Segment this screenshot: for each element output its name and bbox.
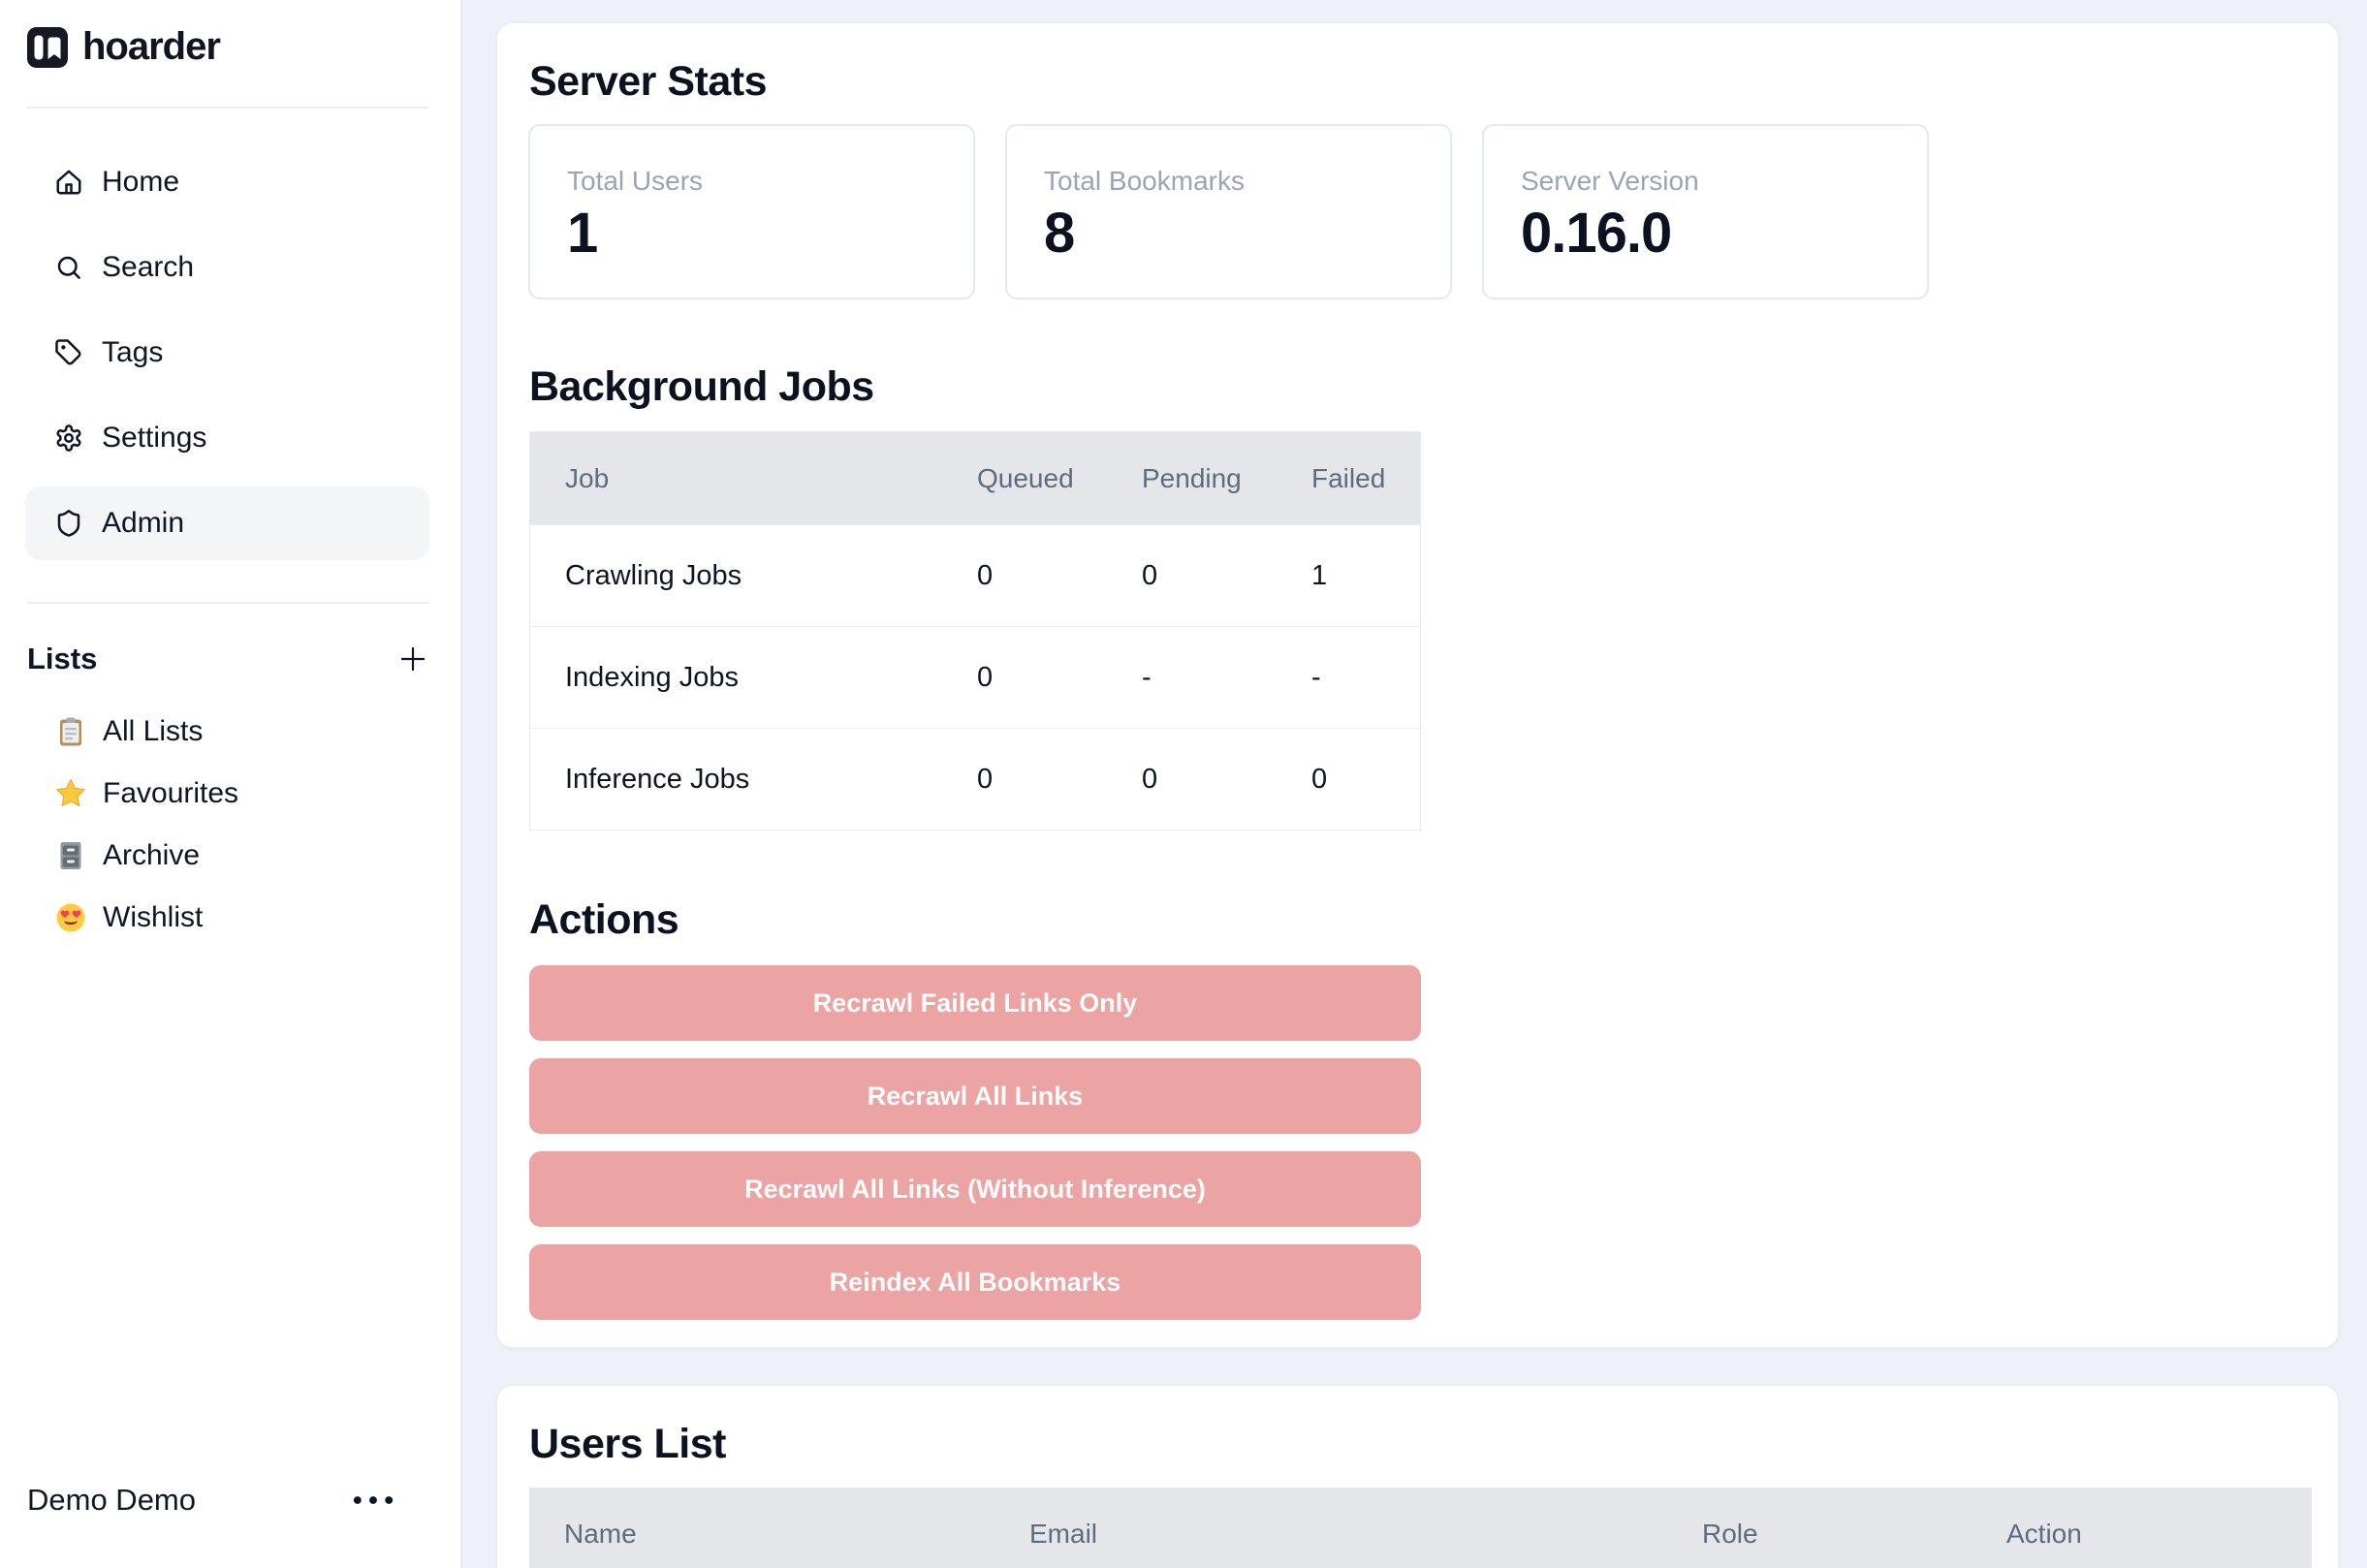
sidebar-item-label: Home [102,166,179,199]
table-row: Inference Jobs 0 0 0 [530,728,1420,830]
column-header: Email [1029,1519,1702,1550]
queued-count: 0 [977,764,1142,796]
star-icon [54,777,87,810]
pending-count: 0 [1142,764,1311,796]
users-table-header: Name Email Role Action [529,1488,2312,1568]
sidebar-item-label: Tags [102,336,163,369]
table-row: Indexing Jobs 0 - - [530,626,1420,728]
reindex-all-bookmarks-button[interactable]: Reindex All Bookmarks [529,1244,1421,1320]
sidebar-nav: Home Search Tags Settings [25,145,429,572]
clipboard-icon [54,715,87,748]
lists-header: Lists [27,634,429,684]
jobs-table: Job Queued Pending Failed Crawling Jobs … [529,431,1421,831]
recrawl-failed-links-button[interactable]: Recrawl Failed Links Only [529,965,1421,1041]
plus-icon [396,643,429,675]
failed-count: 0 [1311,764,1420,796]
shield-icon [54,509,83,538]
heart-eyes-icon [54,901,87,934]
recrawl-all-links-without-inference-button[interactable]: Recrawl All Links (Without Inference) [529,1151,1421,1227]
sidebar-divider [27,107,428,109]
column-header: Failed [1311,463,1420,494]
list-item-label: Archive [103,839,200,872]
job-name: Indexing Jobs [565,662,977,694]
admin-panel: Server Stats Total Users 1 Total Bookmar… [495,21,2340,1349]
stat-label: Total Bookmarks [1044,165,1450,198]
stat-label: Total Users [567,165,973,198]
file-cabinet-icon [54,839,87,872]
column-header: Role [1702,1519,2006,1550]
stat-value: 1 [567,202,973,266]
table-row: Crawling Jobs 0 0 1 [530,524,1420,626]
gear-icon [54,423,83,453]
job-name: Crawling Jobs [565,560,977,592]
stat-card-server-version: Server Version 0.16.0 [1482,124,1929,299]
stat-cards: Total Users 1 Total Bookmarks 8 Server V… [528,124,1929,299]
user-row: Demo Demo [27,1473,394,1527]
recrawl-all-links-button[interactable]: Recrawl All Links [529,1058,1421,1134]
queued-count: 0 [977,662,1142,694]
main-content: Server Stats Total Users 1 Total Bookmar… [462,0,2367,1568]
failed-count: 1 [1311,560,1420,592]
jobs-table-header: Job Queued Pending Failed [530,432,1420,524]
users-panel: Users List Name Email Role Action [495,1384,2340,1568]
column-header: Pending [1142,463,1311,494]
stat-card-total-users: Total Users 1 [528,124,975,299]
list-item-label: Wishlist [103,901,203,934]
failed-count: - [1311,662,1420,694]
list-item-label: All Lists [103,715,203,748]
app-title: hoarder [82,25,220,69]
lists-title: Lists [27,642,97,676]
sidebar-divider [27,602,428,604]
sidebar-item-label: Admin [102,507,184,540]
pending-count: - [1142,662,1311,694]
sidebar-item-label: Search [102,251,194,284]
pending-count: 0 [1142,560,1311,592]
lists-nav: All Lists Favourites Archive [25,701,429,949]
stat-card-total-bookmarks: Total Bookmarks 8 [1005,124,1452,299]
sidebar-item-home[interactable]: Home [25,145,429,219]
server-stats-title: Server Stats [529,56,767,107]
sidebar-item-all-lists[interactable]: All Lists [25,701,429,763]
hoarder-logo-icon [27,27,68,68]
tag-icon [54,338,83,367]
app-window: hoarder Home Search Tags [0,0,2367,1568]
search-icon [54,253,83,282]
user-name: Demo Demo [27,1483,196,1518]
add-list-button[interactable] [391,637,435,681]
sidebar-item-tags[interactable]: Tags [25,316,429,390]
sidebar-item-archive[interactable]: Archive [25,825,429,887]
sidebar-item-settings[interactable]: Settings [25,401,429,475]
stat-label: Server Version [1521,165,1927,198]
sidebar-item-label: Settings [102,422,206,455]
queued-count: 0 [977,560,1142,592]
sidebar-item-admin[interactable]: Admin [25,486,429,560]
user-menu-button[interactable] [352,1489,394,1512]
users-list-title: Users List [529,1419,726,1469]
column-header: Queued [977,463,1142,494]
column-header: Job [565,463,977,494]
sidebar-item-search[interactable]: Search [25,231,429,304]
column-header: Action [2006,1519,2312,1550]
home-icon [54,168,83,197]
actions-title: Actions [529,894,679,945]
column-header: Name [564,1519,1029,1550]
ellipsis-icon [352,1494,394,1506]
sidebar-item-wishlist[interactable]: Wishlist [25,887,429,949]
list-item-label: Favourites [103,777,238,810]
job-name: Inference Jobs [565,764,977,796]
sidebar-item-favourites[interactable]: Favourites [25,763,429,825]
background-jobs-title: Background Jobs [529,361,874,412]
stat-value: 8 [1044,202,1450,266]
app-logo[interactable]: hoarder [27,25,220,69]
stat-value: 0.16.0 [1521,202,1927,266]
sidebar: hoarder Home Search Tags [0,0,462,1568]
actions-list: Recrawl Failed Links Only Recrawl All Li… [529,965,1421,1337]
